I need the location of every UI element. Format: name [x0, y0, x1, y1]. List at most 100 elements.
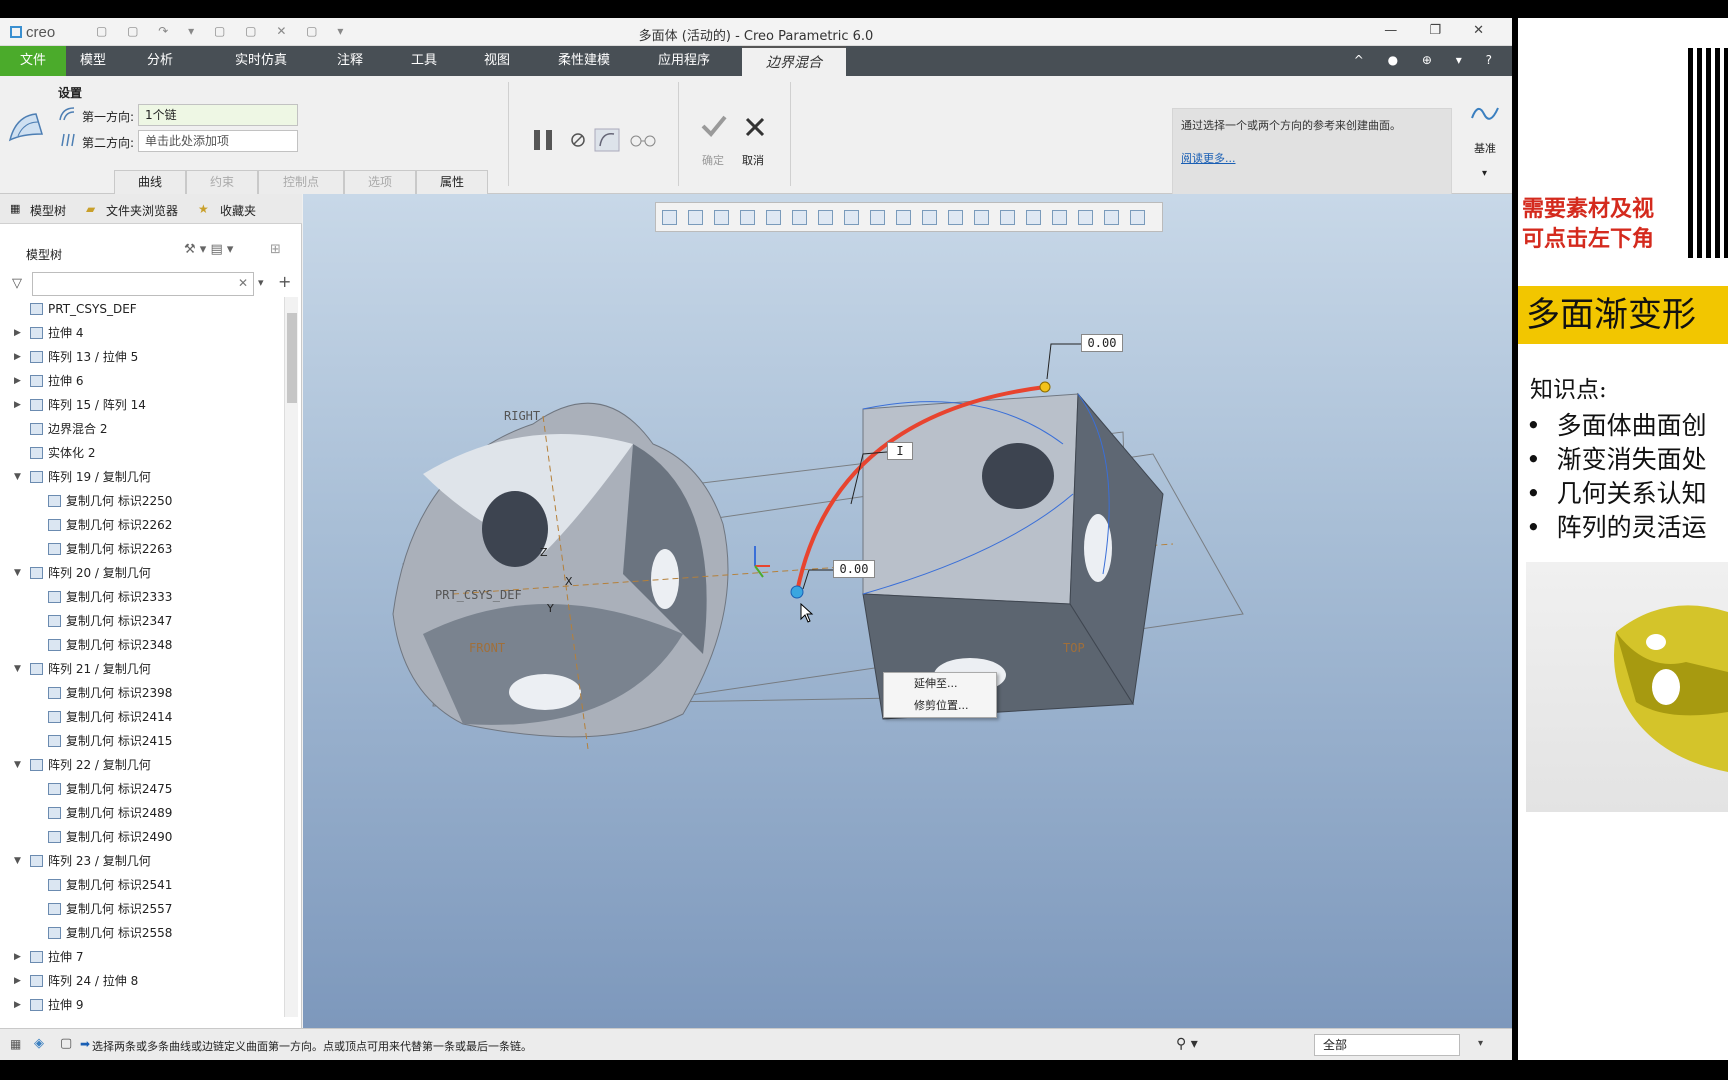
selection-filter-select[interactable]: 全部 [1314, 1034, 1460, 1056]
tab-model-tree[interactable]: 模型树 [30, 202, 66, 219]
tree-search-input[interactable] [32, 272, 254, 296]
expand-icon[interactable]: ▶ [14, 321, 24, 345]
expand-icon[interactable]: ▶ [14, 993, 24, 1017]
clear-search-icon[interactable]: ✕ [238, 276, 248, 290]
expand-icon[interactable]: ▶ [14, 969, 24, 993]
tree-toggle-icon[interactable]: ▦ [10, 1037, 21, 1051]
tab-applications[interactable]: 应用程序 [652, 46, 716, 76]
find-icon[interactable]: ⚲ ▾ [1176, 1036, 1198, 1052]
search-options-icon[interactable]: ▾ [258, 276, 264, 289]
tree-item[interactable]: 复制几何 标识2557 [0, 897, 284, 921]
dimension-top[interactable]: 0.00 [1081, 334, 1123, 352]
tab-favorites[interactable]: 收藏夹 [220, 202, 256, 219]
pause-icon[interactable] [532, 128, 556, 152]
tree-item[interactable]: ▶ 拉伸 4 [0, 321, 284, 345]
tree-scrollbar[interactable] [284, 297, 298, 1017]
cancel-button-label[interactable]: 取消 [742, 152, 764, 168]
collapse-icon[interactable]: ▼ [14, 465, 24, 489]
read-more-link[interactable]: 阅读更多... [1181, 151, 1443, 166]
tree-item[interactable]: ▶ 阵列 24 / 拉伸 8 [0, 969, 284, 993]
no-preview-icon[interactable] [570, 132, 586, 148]
datum-dropdown-icon[interactable]: ▾ [1482, 168, 1487, 179]
datum-label[interactable]: 基准 [1474, 140, 1496, 156]
tree-columns-icon[interactable]: ⊞ [270, 242, 281, 257]
chain-end-point[interactable] [1039, 381, 1051, 393]
tree-item[interactable]: ▶ 拉伸 6 [0, 369, 284, 393]
tree-settings-icon[interactable]: ⚒ ▾ ▤ ▾ [184, 242, 233, 257]
ok-check-icon[interactable] [700, 114, 728, 138]
tree-item[interactable]: PRT_CSYS_DEF [0, 297, 284, 321]
expand-icon[interactable]: ▶ [14, 369, 24, 393]
tree-item[interactable]: 复制几何 标识2558 [0, 921, 284, 945]
glasses-icon[interactable] [628, 132, 658, 148]
tree-item[interactable]: ▼ 阵列 19 / 复制几何 [0, 465, 284, 489]
tab-folder-browser[interactable]: 文件夹浏览器 [106, 202, 178, 219]
dimension-mid[interactable]: 0.00 [833, 560, 875, 578]
verify-preview-icon[interactable] [594, 128, 620, 152]
browser-toggle-icon[interactable]: ◈ [34, 1036, 44, 1051]
cancel-x-icon[interactable] [744, 116, 766, 138]
fullscreen-icon[interactable]: ▢ [60, 1036, 72, 1051]
tree-item[interactable]: 实体化 2 [0, 441, 284, 465]
tab-tools[interactable]: 工具 [401, 46, 447, 76]
ribbon-right-icons[interactable]: ^ ● ⊕ ▾ ? [1354, 53, 1502, 67]
expand-icon[interactable]: ▶ [14, 345, 24, 369]
subtab-constraints[interactable]: 约束 [186, 170, 258, 194]
tree-item[interactable]: 复制几何 标识2475 [0, 777, 284, 801]
tree-item[interactable]: ▼ 阵列 22 / 复制几何 [0, 753, 284, 777]
menu-item-trim-position[interactable]: 修剪位置... [884, 695, 996, 717]
tab-flexible-modeling[interactable]: 柔性建模 [552, 46, 616, 76]
tree-item[interactable]: 复制几何 标识2263 [0, 537, 284, 561]
dimension-marker[interactable]: I [887, 442, 913, 460]
tree-item[interactable]: 复制几何 标识2541 [0, 873, 284, 897]
tab-view[interactable]: 视图 [474, 46, 520, 76]
subtab-options[interactable]: 选项 [344, 170, 416, 194]
tree-item[interactable]: 复制几何 标识2398 [0, 681, 284, 705]
tab-boundary-blend[interactable]: 边界混合 [742, 46, 846, 76]
subtab-control-points[interactable]: 控制点 [258, 170, 344, 194]
tab-annotate[interactable]: 注释 [327, 46, 373, 76]
tree-item[interactable]: ▼ 阵列 20 / 复制几何 [0, 561, 284, 585]
tree-item[interactable]: 复制几何 标识2347 [0, 609, 284, 633]
tree-item[interactable]: 复制几何 标识2348 [0, 633, 284, 657]
menu-item-extend-to[interactable]: 延伸至... [884, 673, 996, 695]
tree-item[interactable]: 复制几何 标识2414 [0, 705, 284, 729]
tree-item[interactable]: 复制几何 标识2250 [0, 489, 284, 513]
status-bar: ▦ ◈ ▢ ➡ 选择两条或多条曲线或边链定义曲面第一方向。点或顶点可用来代替第一… [0, 1028, 1512, 1060]
expand-icon[interactable]: ▶ [14, 945, 24, 969]
tree-item[interactable]: ▶ 阵列 13 / 拉伸 5 [0, 345, 284, 369]
tree-item[interactable]: ▶ 阵列 15 / 阵列 14 [0, 393, 284, 417]
add-filter-icon[interactable]: + [278, 272, 291, 291]
tree-item[interactable]: ▶ 拉伸 9 [0, 993, 284, 1017]
scrollbar-thumb[interactable] [287, 313, 297, 403]
tree-item[interactable]: 复制几何 标识2262 [0, 513, 284, 537]
collapse-icon[interactable]: ▼ [14, 849, 24, 873]
expand-icon[interactable]: ▶ [14, 393, 24, 417]
tree-item[interactable]: 复制几何 标识2490 [0, 825, 284, 849]
tree-item[interactable]: 边界混合 2 [0, 417, 284, 441]
first-direction-field[interactable]: 1个链 [138, 104, 298, 126]
ok-button-label[interactable]: 确定 [702, 152, 724, 168]
second-direction-field[interactable]: 单击此处添加项 [138, 130, 298, 152]
tree-item[interactable]: ▼ 阵列 23 / 复制几何 [0, 849, 284, 873]
subtab-curves[interactable]: 曲线 [114, 170, 186, 194]
tab-file[interactable]: 文件 [0, 46, 66, 76]
collapse-icon[interactable]: ▼ [14, 753, 24, 777]
collapse-icon[interactable]: ▼ [14, 561, 24, 585]
chain-start-point[interactable] [790, 585, 804, 599]
tree-item[interactable]: ▼ 阵列 21 / 复制几何 [0, 657, 284, 681]
subtab-properties[interactable]: 属性 [416, 170, 488, 194]
ribbon-divider-2 [678, 82, 679, 186]
graphics-viewport[interactable]: RIGHT PRT_CSYS_DEF FRONT TOP Z X Y 0.00 … [303, 194, 1512, 1028]
tab-model[interactable]: 模型 [70, 46, 116, 76]
datum-icon[interactable] [1470, 100, 1500, 126]
tree-item[interactable]: 复制几何 标识2415 [0, 729, 284, 753]
tree-item[interactable]: 复制几何 标识2489 [0, 801, 284, 825]
tab-simulation[interactable]: 实时仿真 [226, 46, 296, 76]
collapse-icon[interactable]: ▼ [14, 657, 24, 681]
tab-analysis[interactable]: 分析 [137, 46, 183, 76]
tree-item[interactable]: 复制几何 标识2333 [0, 585, 284, 609]
window-controls[interactable]: — ❐ ✕ [1384, 23, 1498, 38]
filter-dropdown-icon[interactable]: ▾ [1478, 1038, 1483, 1049]
tree-item[interactable]: ▶ 拉伸 7 [0, 945, 284, 969]
